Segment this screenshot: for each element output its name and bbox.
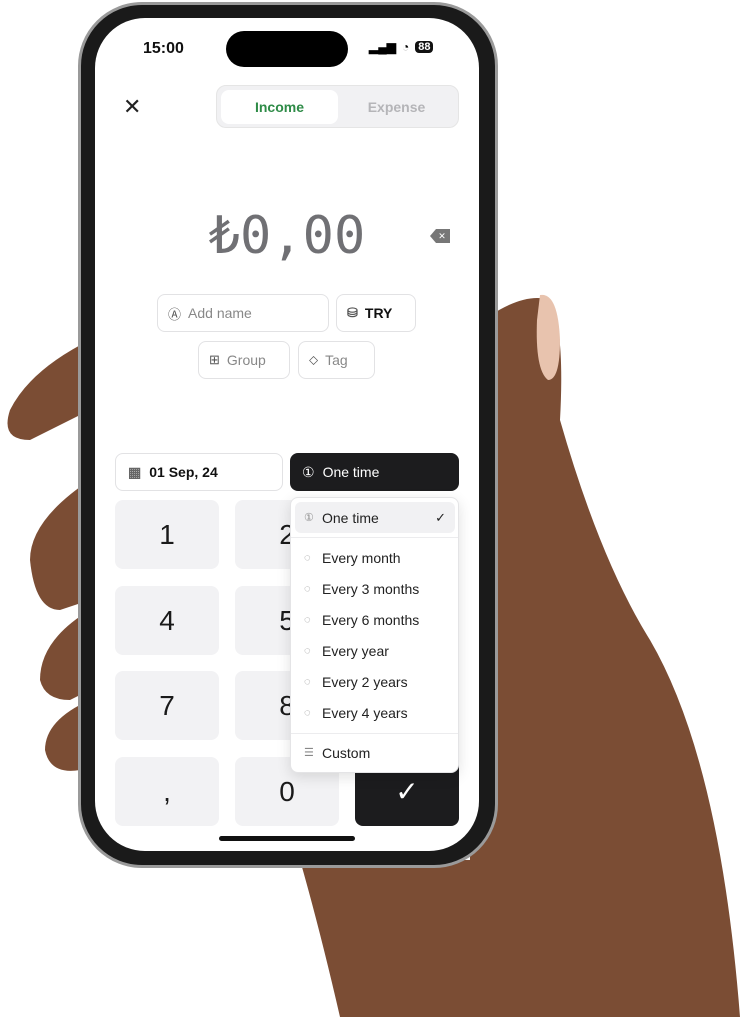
signal-icon: ▂▄▆ <box>369 40 396 54</box>
repeat-icon: ◌ <box>304 706 311 719</box>
recurrence-menu: ① One time ✓ ◌ Every month ◌ Every 3 months … <box>290 497 459 773</box>
wifi-icon: ◔ <box>401 40 410 54</box>
tag-button[interactable]: ⬦ Tag <box>298 341 375 379</box>
name-input[interactable]: Ⓐ Add name <box>157 294 329 332</box>
key-4[interactable]: 4 <box>115 586 219 655</box>
menu-item-every-year[interactable]: ◌ Every year <box>295 635 455 666</box>
menu-item-custom[interactable]: ☰ Custom <box>295 737 455 768</box>
recurrence-dropdown[interactable]: ① One time <box>290 453 459 491</box>
group-button[interactable]: ⊞ Group <box>198 341 290 379</box>
menu-item-label: Every 3 months <box>322 580 420 597</box>
divider <box>291 733 458 734</box>
menu-item-label: Every 6 months <box>322 611 420 628</box>
type-segmented-control: Income Expense <box>216 85 459 128</box>
tab-income[interactable]: Income <box>221 90 338 124</box>
tag-label: Tag <box>325 352 348 368</box>
letter-a-icon: Ⓐ <box>168 306 182 322</box>
key-comma[interactable]: , <box>115 757 219 826</box>
tab-expense[interactable]: Expense <box>338 90 455 124</box>
date-button[interactable]: ▦ 01 Sep, 24 <box>115 453 283 491</box>
repeat-icon: ◌ <box>304 582 311 595</box>
one-icon: ① <box>304 512 314 524</box>
menu-item-every-2-years[interactable]: ◌ Every 2 years <box>295 666 455 697</box>
amount-display: ₺0,00 <box>208 206 366 266</box>
repeat-icon: ◌ <box>304 644 311 657</box>
home-indicator <box>219 836 355 841</box>
battery-icon: 88 <box>415 41 434 53</box>
repeat-icon: ◌ <box>304 613 311 626</box>
status-time: 15:00 <box>143 40 184 57</box>
repeat-icon: ◌ <box>304 675 311 688</box>
date-label: 01 Sep, 24 <box>149 464 218 480</box>
name-placeholder: Add name <box>188 305 252 321</box>
menu-item-label: Custom <box>322 744 371 761</box>
menu-item-every-4-years[interactable]: ◌ Every 4 years <box>295 697 455 728</box>
coins-icon: ⛁ <box>347 305 358 320</box>
menu-item-label: Every 2 years <box>322 673 408 690</box>
one-icon: ① <box>302 463 315 480</box>
status-icons: ▂▄▆ ◔ 88 <box>369 40 434 54</box>
menu-item-label: Every month <box>322 549 401 566</box>
currency-label: TRY <box>364 305 393 321</box>
menu-item-label: Every year <box>322 642 389 659</box>
menu-item-label: One time <box>322 509 379 526</box>
key-1[interactable]: 1 <box>115 500 219 569</box>
menu-item-one-time[interactable]: ① One time ✓ <box>295 502 455 533</box>
currency-button[interactable]: ⛁ TRY <box>336 294 416 332</box>
divider <box>291 537 458 538</box>
key-7[interactable]: 7 <box>115 671 219 740</box>
menu-item-every-3-months[interactable]: ◌ Every 3 months <box>295 573 455 604</box>
menu-item-every-month[interactable]: ◌ Every month <box>295 542 455 573</box>
repeat-icon: ◌ <box>304 551 311 564</box>
tag-icon: ⬦ <box>309 352 319 367</box>
check-icon: ✓ <box>435 509 446 525</box>
sliders-icon: ☰ <box>304 747 314 759</box>
close-icon[interactable]: ✕ <box>123 94 141 120</box>
app-screen: 15:00 ▂▄▆ ◔ 88 ✕ Income Expense ₺0,00 ✕ … <box>95 18 479 851</box>
calendar-icon: ▦ <box>128 463 142 480</box>
menu-item-every-6-months[interactable]: ◌ Every 6 months <box>295 604 455 635</box>
grid-icon: ⊞ <box>209 352 220 367</box>
group-label: Group <box>226 352 266 368</box>
recurrence-label: One time <box>322 464 380 480</box>
dynamic-island <box>226 31 348 67</box>
menu-item-label: Every 4 years <box>322 704 408 721</box>
